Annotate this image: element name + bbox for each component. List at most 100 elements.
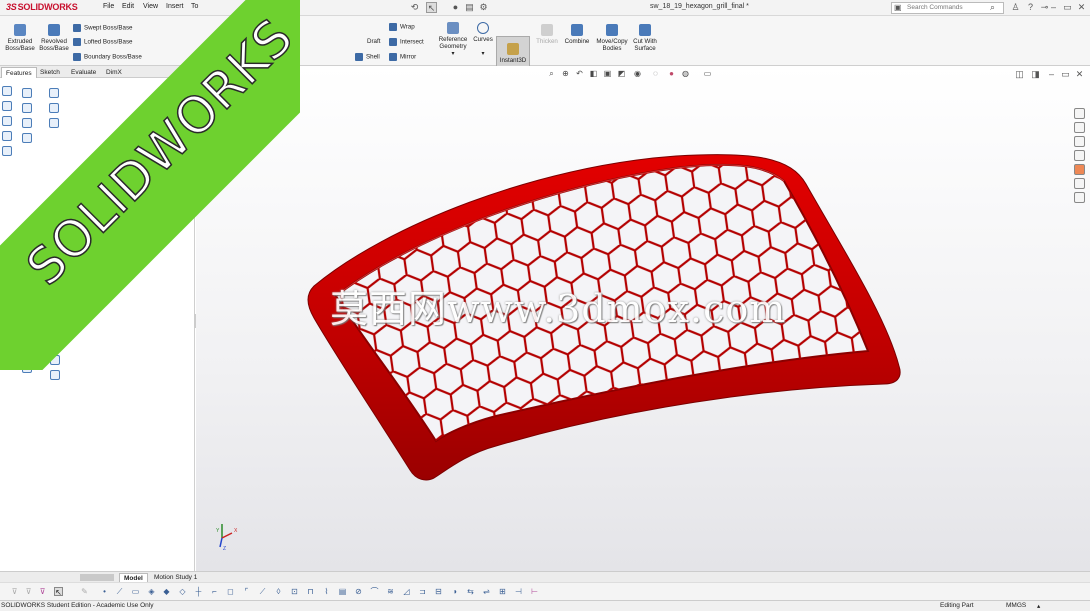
deviation-icon[interactable]: ◑ (450, 587, 459, 596)
zoom-to-fit-icon[interactable]: ⌕ (546, 68, 557, 79)
home-icon[interactable] (1074, 108, 1085, 119)
viewport-minimize-icon[interactable]: – (1046, 69, 1057, 80)
design-library-icon[interactable] (1074, 136, 1085, 147)
viewport-split-icon[interactable]: ◫ (1014, 69, 1025, 80)
shell-button[interactable]: Shell (355, 53, 380, 61)
file-properties-icon[interactable]: ▤ (464, 2, 475, 13)
draft-analysis-icon[interactable]: ◿ (402, 587, 411, 596)
intersect-button[interactable]: Intersect (389, 38, 424, 46)
curves-dropdown-icon[interactable]: ▾ (470, 50, 496, 57)
mass-tool-icon[interactable]: ⊘ (354, 587, 363, 596)
menu-view[interactable]: View (143, 3, 158, 10)
loop-tool-icon[interactable]: ⊓ (306, 587, 315, 596)
dynamic-annotation-icon[interactable]: ▣ (602, 68, 613, 79)
thicken-button[interactable]: Thicken (533, 24, 561, 45)
swept-boss-button[interactable]: Swept Boss/Base (73, 24, 133, 32)
symmetry-icon[interactable]: ⇌ (482, 587, 491, 596)
pattern-feature-icon[interactable] (50, 340, 60, 350)
hole-feature-icon[interactable] (50, 370, 60, 380)
draft-button[interactable]: Draft (367, 38, 380, 45)
interference-icon[interactable]: ⇆ (466, 587, 475, 596)
compare-icon[interactable]: ⊞ (498, 587, 507, 596)
units-dropdown-icon[interactable]: ▴ (1037, 602, 1040, 610)
corner-tool-icon[interactable]: ⌜ (242, 587, 251, 596)
close-icon[interactable]: ✕ (1076, 2, 1087, 13)
tab-motion-study[interactable]: Motion Study 1 (150, 573, 201, 582)
rebuild-icon[interactable]: ⟲ (409, 2, 420, 13)
resources-icon[interactable] (1074, 122, 1085, 133)
help-icon[interactable]: ? (1025, 2, 1036, 13)
user-icon[interactable]: ♙ (1010, 2, 1021, 13)
menu-edit[interactable]: Edit (122, 3, 134, 10)
menu-insert[interactable]: Insert (166, 3, 184, 10)
line-tool-icon[interactable]: ⟋ (115, 587, 124, 596)
menu-file[interactable]: File (103, 3, 114, 10)
minimize-icon[interactable]: – (1048, 2, 1059, 13)
options-gear-icon[interactable]: ⚙ (478, 2, 489, 13)
wrap-button[interactable]: Wrap (389, 23, 415, 31)
midpoint-tool-icon[interactable]: ◊ (274, 587, 283, 596)
apply-scene-icon[interactable]: ◍ (680, 68, 691, 79)
boundary-boss-button[interactable]: Boundary Boss/Base (73, 53, 142, 61)
sweep-feature-icon[interactable] (50, 325, 60, 335)
view-orientation-icon[interactable]: ◩ (616, 68, 627, 79)
tab-scroll-arrows[interactable] (80, 574, 114, 581)
curve-feature-icon[interactable] (22, 348, 32, 358)
tab-dimxpert[interactable]: DimX (102, 67, 126, 78)
status-units[interactable]: MMGS (1006, 602, 1026, 609)
property-manager-icon[interactable] (2, 101, 12, 111)
sketch-tool-icon[interactable]: ◻ (226, 587, 235, 596)
extrude-feature-icon[interactable] (22, 88, 32, 98)
dimxpert-icon[interactable] (2, 131, 12, 141)
forum-icon[interactable] (1074, 192, 1085, 203)
axis-tool-icon[interactable]: ┼ (194, 587, 203, 596)
reference-geometry-dropdown-icon[interactable]: ▾ (436, 50, 470, 57)
loft-feature-icon[interactable] (50, 310, 60, 320)
rectangle-tool-icon[interactable]: ▭ (131, 587, 140, 596)
mirror-button[interactable]: Mirror (389, 53, 416, 61)
quick-snap-icon[interactable]: ✎ (80, 587, 89, 596)
edit-appearance-icon[interactable]: ● (666, 68, 677, 79)
previous-view-icon[interactable]: ↶ (574, 68, 585, 79)
select-icon[interactable]: ↖ (426, 2, 437, 13)
custom-properties-icon[interactable] (1074, 178, 1085, 189)
solid-tool-icon[interactable]: ◆ (162, 587, 171, 596)
plane-tool-icon[interactable]: ◇ (178, 587, 187, 596)
file-explorer-icon[interactable] (1074, 150, 1085, 161)
check-icon[interactable]: ⊣ (514, 587, 523, 596)
display-style-icon[interactable]: ◉ (632, 68, 643, 79)
menu-tools[interactable]: To (191, 3, 198, 10)
zebra-tool-icon[interactable]: ≋ (386, 587, 395, 596)
surface-tool-icon[interactable]: ◈ (147, 587, 156, 596)
curvature-tool-icon[interactable]: ⌒ (370, 587, 379, 596)
viewport-restore-icon[interactable]: ▭ (1060, 69, 1071, 80)
reference-geometry-button[interactable]: Reference Geometry ▾ (436, 22, 470, 57)
helix-feature-icon[interactable] (22, 363, 32, 373)
revolved-boss-button[interactable]: Revolved Boss/Base (37, 24, 71, 52)
rib-feature-icon[interactable] (22, 133, 32, 143)
point-icon[interactable] (49, 118, 59, 128)
section-view-icon[interactable]: ◧ (588, 68, 599, 79)
move-copy-bodies-button[interactable]: Move/Copy Bodies (594, 24, 630, 52)
solidworks-logo[interactable]: 3SSOLIDWORKS (6, 2, 78, 12)
filter-icon[interactable]: ⊽ (10, 587, 19, 596)
select-tool-icon[interactable]: ↖ (54, 587, 63, 597)
mirror-feature-icon[interactable] (50, 355, 60, 365)
search-icon[interactable]: ⌕ (990, 2, 995, 13)
coordinate-tool-icon[interactable]: ⌐ (210, 587, 219, 596)
search-commands-input[interactable]: ▣ Search Commands ⌕ (891, 2, 1004, 14)
chamfer-feature-icon[interactable] (22, 118, 32, 128)
edge-tool-icon[interactable]: ⟋ (258, 587, 267, 596)
tab-features[interactable]: Features (1, 67, 37, 78)
tab-sketch[interactable]: Sketch (36, 67, 64, 78)
lofted-boss-button[interactable]: Lofted Boss/Base (73, 38, 133, 46)
vertex-tool-icon[interactable]: ⌇ (322, 587, 331, 596)
face-tool-icon[interactable]: ⊡ (290, 587, 299, 596)
filter-edges-icon[interactable]: ⊽ (24, 587, 33, 596)
render-icon[interactable]: ⊢ (530, 587, 539, 596)
combine-button[interactable]: Combine (562, 24, 592, 45)
feature-tree-icon[interactable] (2, 86, 12, 96)
measure-tool-icon[interactable]: ▤ (338, 587, 347, 596)
extruded-boss-button[interactable]: Extruded Boss/Base (3, 24, 37, 52)
search-scope-icon[interactable]: ▣ (894, 3, 902, 12)
